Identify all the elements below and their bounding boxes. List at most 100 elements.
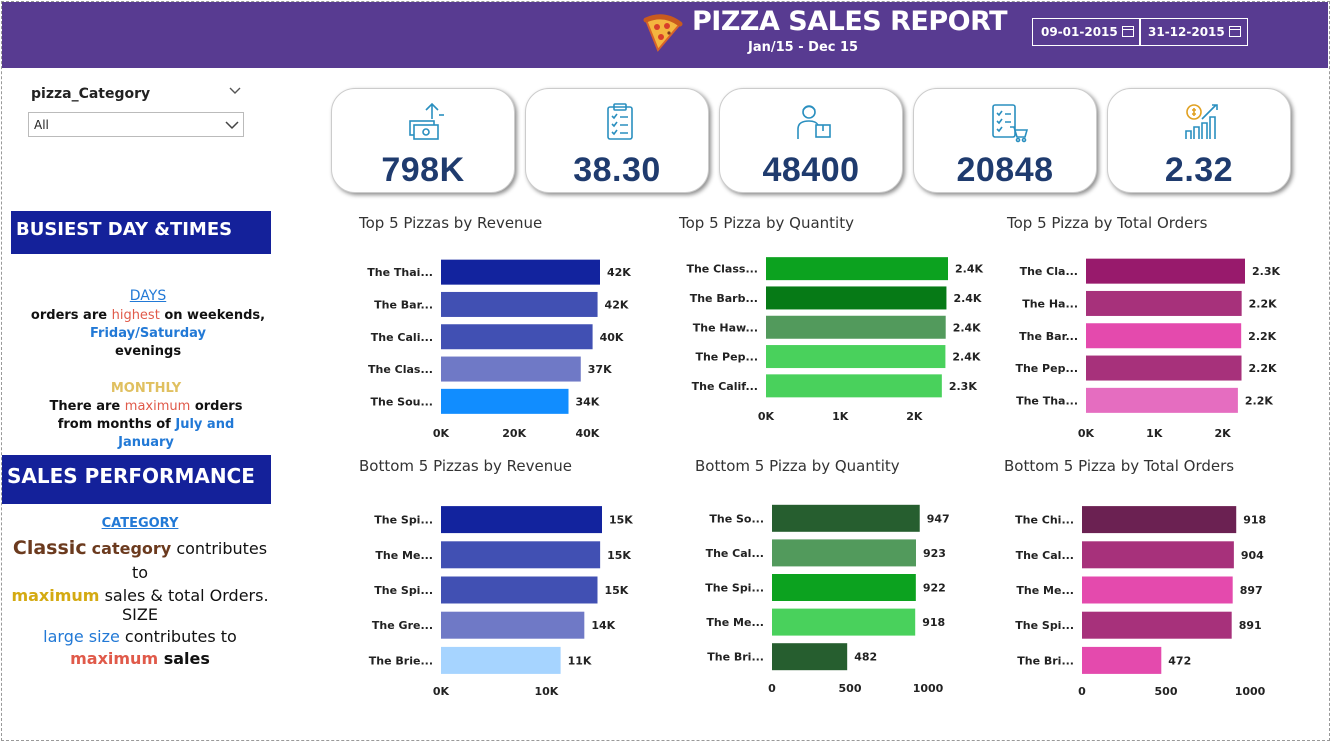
bar[interactable] <box>441 576 598 604</box>
chevron-down-icon <box>225 121 239 130</box>
data-label: 2.2K <box>1248 330 1276 343</box>
monthly-line-1: There are maximum orders <box>49 399 243 414</box>
bar[interactable] <box>1082 611 1232 639</box>
data-label: 2.4K <box>953 321 981 334</box>
data-label: 15K <box>607 549 631 562</box>
start-date-picker[interactable]: 09-01-2015 <box>1032 18 1141 46</box>
bar[interactable] <box>772 574 916 601</box>
top-orders-chart[interactable]: The Cla... 2.3K The Ha... 2.2K The Bar... 2.2… <box>1007 250 1307 450</box>
kpi-value: 38.30 <box>573 151 661 189</box>
top-quantity-chart[interactable]: The Class... 2.4K The Barb... 2.4K The Haw..… <box>679 250 989 440</box>
kpi-card-total-pizzas-sold[interactable]: 48400 <box>719 88 903 193</box>
bar[interactable] <box>1082 506 1237 534</box>
bar[interactable] <box>766 315 946 339</box>
bar[interactable] <box>1086 355 1242 381</box>
size-insight: SIZE large size contributes to maximum s… <box>6 604 274 670</box>
x-tick-label: 40K <box>576 427 600 440</box>
kpi-card-total-revenue[interactable]: 798K <box>331 88 515 193</box>
kpi-value: 20848 <box>956 151 1054 189</box>
data-label: 42K <box>607 266 631 279</box>
calendar-icon[interactable] <box>1121 26 1134 37</box>
bottom-quantity-chart[interactable]: The So... 947 The Cal... 923 The Spi... 922 Th… <box>695 495 995 705</box>
bottom-orders-chart[interactable]: The Chi... 918 The Cal... 904 The Me... 897 Th… <box>1004 495 1304 705</box>
bar[interactable] <box>441 259 600 285</box>
bar[interactable] <box>1086 323 1242 349</box>
data-label: 37K <box>588 363 612 376</box>
bar[interactable] <box>1082 646 1162 674</box>
busiest-day-banner: BUSIEST DAY &TIMES <box>11 211 271 254</box>
bar[interactable] <box>1082 541 1234 569</box>
category-label: The Bar... <box>374 298 433 311</box>
data-label: 15K <box>609 514 633 527</box>
category-label: The Spi... <box>1015 619 1074 632</box>
bar[interactable] <box>772 504 920 532</box>
x-tick-label: 0 <box>768 682 776 695</box>
bar[interactable] <box>441 646 561 674</box>
data-label: 918 <box>922 616 945 629</box>
data-label: 891 <box>1239 619 1262 632</box>
kpi-card-avg-order-value[interactable]: 38.30 <box>525 88 709 193</box>
bar[interactable] <box>1082 576 1233 604</box>
bar[interactable] <box>441 356 581 382</box>
x-tick-label: 1K <box>1146 427 1163 440</box>
data-label: 42K <box>605 298 629 311</box>
category-label: The Me... <box>375 549 433 562</box>
report-title: PIZZA SALES REPORT <box>692 6 1008 37</box>
category-line-1: Classic category contributes to <box>12 537 268 582</box>
kpi-card-avg-pizzas-per-order[interactable]: 2.32 <box>1107 88 1291 193</box>
category-label: The Thai... <box>367 266 433 279</box>
category-label: The So... <box>709 512 764 525</box>
data-label: 947 <box>927 512 950 525</box>
category-label: The Chi... <box>1015 514 1074 527</box>
pizza-icon <box>643 14 683 52</box>
chart-title: Bottom 5 Pizzas by Revenue <box>359 457 572 475</box>
calendar-icon[interactable] <box>1228 26 1241 37</box>
bar[interactable] <box>772 643 848 671</box>
x-tick-label: 20K <box>502 427 526 440</box>
bar[interactable] <box>1086 258 1245 284</box>
category-label: The Bar... <box>1019 330 1078 343</box>
bar[interactable] <box>441 324 593 350</box>
growth-chart-icon <box>1185 104 1218 139</box>
kpi-value: 2.32 <box>1164 151 1234 189</box>
data-label: 2.4K <box>955 263 983 276</box>
bar[interactable] <box>441 541 601 569</box>
bar[interactable] <box>1086 290 1242 316</box>
category-dropdown[interactable]: All <box>28 112 244 137</box>
bar[interactable] <box>441 611 585 639</box>
bar[interactable] <box>772 608 916 636</box>
bar[interactable] <box>766 286 947 310</box>
x-tick-label: 1K <box>832 410 849 423</box>
size-line-1: large size contributes to <box>43 627 237 646</box>
category-label: The Me... <box>1016 584 1074 597</box>
top-revenue-chart[interactable]: The Thai... 42K The Bar... 42K The Cali... 40… <box>359 250 649 450</box>
data-label: 922 <box>923 582 946 595</box>
kpi-card-total-orders[interactable]: 20848 <box>913 88 1097 193</box>
chevron-down-icon[interactable] <box>229 84 241 96</box>
x-tick-label: 2K <box>1214 427 1231 440</box>
kpi-value: 48400 <box>762 151 860 189</box>
end-date-picker[interactable]: 31-12-2015 <box>1139 18 1248 46</box>
bottom-revenue-chart[interactable]: The Spi... 15K The Me... 15K The Spi... 15K Th… <box>359 495 649 705</box>
data-label: 2.4K <box>952 351 980 364</box>
x-tick-label: 0K <box>758 410 775 423</box>
bar[interactable] <box>441 388 569 414</box>
bar[interactable] <box>441 506 602 534</box>
x-tick-label: 0K <box>433 427 450 440</box>
bar[interactable] <box>441 291 598 317</box>
order-cart-checklist-icon <box>992 104 1028 143</box>
bar[interactable] <box>766 345 946 369</box>
bar[interactable] <box>1086 387 1238 413</box>
category-label: The Cla... <box>1020 265 1078 278</box>
bar[interactable] <box>772 539 916 567</box>
category-label: The Spi... <box>705 582 764 595</box>
size-line-2: maximum sales <box>70 649 210 668</box>
category-label: The Cal... <box>706 547 764 560</box>
bar[interactable] <box>766 257 948 281</box>
bar[interactable] <box>766 374 942 398</box>
data-label: 2.2K <box>1249 362 1277 375</box>
header-bar: PIZZA SALES REPORT Jan/15 - Dec 15 09-01… <box>2 2 1328 68</box>
data-label: 918 <box>1243 514 1266 527</box>
report-subtitle: Jan/15 - Dec 15 <box>748 40 859 55</box>
days-line-1: orders are highest on weekends, <box>30 308 266 323</box>
